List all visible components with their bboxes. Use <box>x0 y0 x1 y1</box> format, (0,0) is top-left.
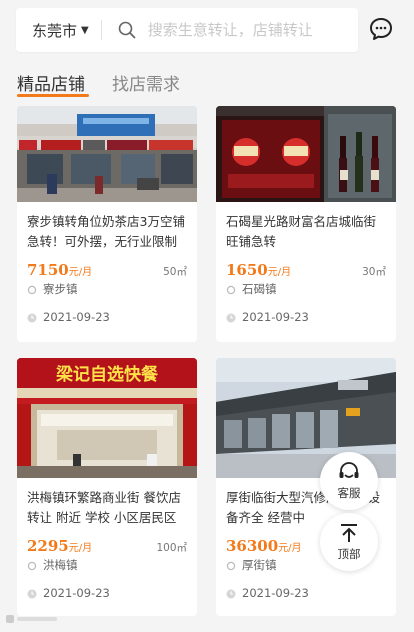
price-row: 7150元/月 50㎡ <box>17 252 197 279</box>
location-pin-icon <box>27 560 37 571</box>
listing-card[interactable]: 石碣星光路财富名店城临街旺铺急转 1650元/月 30㎡ 石碣镇 2021-09… <box>216 106 396 342</box>
price: 1650元/月 <box>226 261 292 279</box>
date-label: 2021-09-23 <box>43 586 110 600</box>
location-label: 石碣镇 <box>242 282 277 296</box>
price-row: 2295元/月 100㎡ <box>17 528 197 555</box>
price: 7150元/月 <box>27 261 93 279</box>
headset-icon <box>337 461 361 485</box>
clock-icon <box>226 312 236 323</box>
caret-down-icon: ▼ <box>81 24 89 36</box>
listing-card[interactable]: 梁记自选快餐 洪梅镇环繁路商业街 餐饮店转让 附近 学校 小区居民区 2295元… <box>17 358 197 616</box>
location-row: 洪梅镇 <box>17 554 197 576</box>
search-bar: 东莞市 ▼ <box>16 8 358 52</box>
location-label: 洪梅镇 <box>43 558 78 572</box>
customer-service-button[interactable]: 客服 <box>320 452 378 510</box>
area-label: 50㎡ <box>163 266 187 278</box>
date-row: 2021-09-23 <box>17 306 197 328</box>
date-row: 2021-09-23 <box>17 582 197 604</box>
location-label: 寮步镇 <box>43 282 78 296</box>
listing-card[interactable]: 寮步镇转角位奶茶店3万空铺急转！可外摆，无行业限制 7150元/月 50㎡ 寮步… <box>17 106 197 342</box>
location-row: 寮步镇 <box>17 278 197 300</box>
active-tab-indicator <box>17 94 89 97</box>
listing-photo <box>17 106 197 202</box>
watermark-logo <box>6 614 60 627</box>
area-label: 100㎡ <box>156 542 187 554</box>
tab-shop-demands[interactable]: 找店需求 <box>112 70 180 95</box>
listing-photo <box>216 106 396 202</box>
arrow-up-icon <box>338 522 360 546</box>
date-label: 2021-09-23 <box>43 310 110 324</box>
listing-title: 寮步镇转角位奶茶店3万空铺急转！可外摆，无行业限制 <box>27 214 185 249</box>
date-label: 2021-09-23 <box>242 310 309 324</box>
search-icon <box>118 21 136 39</box>
price: 36300元/月 <box>226 537 302 555</box>
date-row: 2021-09-23 <box>216 582 396 604</box>
price-row: 1650元/月 30㎡ <box>216 252 396 279</box>
price: 2295元/月 <box>27 537 93 555</box>
date-label: 2021-09-23 <box>242 586 309 600</box>
location-pin-icon <box>27 284 37 295</box>
storefront-sign: 梁记自选快餐 <box>55 364 159 385</box>
search-divider <box>100 20 102 40</box>
tab-featured-shops[interactable]: 精品店铺 <box>17 70 85 95</box>
date-row: 2021-09-23 <box>216 306 396 328</box>
listing-title: 洪梅镇环繁路商业街 餐饮店转让 附近 学校 小区居民区 <box>27 490 181 525</box>
area-label: 30㎡ <box>362 266 386 278</box>
clock-icon <box>226 588 236 599</box>
location-pin-icon <box>226 560 236 571</box>
location-pin-icon <box>226 284 236 295</box>
tab-bar: 精品店铺 找店需求 <box>0 64 414 104</box>
search-input[interactable] <box>147 21 348 39</box>
back-to-top-button[interactable]: 顶部 <box>320 513 378 571</box>
back-to-top-label: 顶部 <box>337 547 361 561</box>
listing-photo: 梁记自选快餐 <box>17 358 197 478</box>
clock-icon <box>27 312 37 323</box>
customer-service-label: 客服 <box>337 486 361 500</box>
clock-icon <box>27 588 37 599</box>
message-icon[interactable] <box>368 16 394 42</box>
top-bar: 东莞市 ▼ <box>0 0 414 60</box>
listing-title: 石碣星光路财富名店城临街旺铺急转 <box>226 214 377 249</box>
location-row: 石碣镇 <box>216 278 396 300</box>
location-label: 厚街镇 <box>242 558 277 572</box>
city-label: 东莞市 <box>32 21 78 40</box>
city-selector[interactable]: 东莞市 ▼ <box>16 8 101 52</box>
